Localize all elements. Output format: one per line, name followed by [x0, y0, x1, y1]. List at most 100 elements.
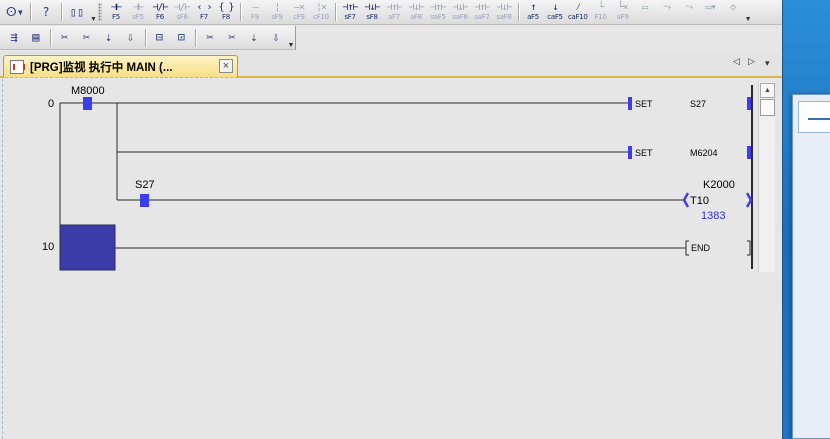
operation-rising-icon: ↑	[530, 2, 536, 13]
toolbar-misc-button-2-icon: ⤳	[663, 2, 671, 13]
scroll-up-button[interactable]: ▲	[760, 83, 775, 98]
find-dropdown-button[interactable]: ⵙ▾	[4, 1, 26, 23]
timer-coil-right-bracket[interactable]	[745, 192, 753, 208]
statement-mode-button[interactable]: ▤	[26, 27, 46, 49]
toolbar-separator	[195, 28, 197, 47]
toolbar-overflow-button[interactable]: ▼	[89, 1, 98, 23]
rising-edge-negated-button[interactable]: ⊣↑⊢ saF5	[428, 1, 448, 23]
shortcut-key-label: caF10	[568, 13, 588, 21]
parallel-rising-edge-icon: ⊣↑⊢	[386, 2, 402, 13]
application-instruction-button[interactable]: { } F8	[216, 1, 236, 23]
tool-i-icon: ⇣	[250, 30, 258, 44]
ladder-document-icon	[10, 60, 25, 74]
timer-device-label: T10	[690, 195, 709, 207]
toolbar-misc-button-3-icon: ⤳	[685, 2, 693, 13]
line-delete-button[interactable]: └× aF9	[613, 1, 633, 23]
toolbar-overflow-button[interactable]: ▼	[287, 27, 295, 49]
toolbar-misc-button-4[interactable]: ▭▾	[701, 1, 721, 23]
set-coil-left-bracket[interactable]	[628, 146, 632, 159]
tab-next-arrow-icon[interactable]: ▷	[748, 56, 755, 67]
tool-f-icon: ⊡	[177, 30, 185, 44]
delete-horizontal-button[interactable]: —× cF9	[289, 1, 309, 23]
toolbar-misc-button-2[interactable]: ⤳	[657, 1, 677, 23]
tool-a-button[interactable]: ✂	[55, 27, 75, 49]
contact-m8000-energized[interactable]	[83, 97, 92, 110]
falling-edge-negated-button[interactable]: ⊣↓⊢ saF6	[450, 1, 470, 23]
shortcut-key-label: cF9	[293, 13, 305, 21]
horizontal-line-button[interactable]: — F9	[245, 1, 265, 23]
binoculars-icon: ▯▯	[69, 4, 85, 19]
background-window[interactable]	[792, 94, 830, 439]
toolbar-separator	[30, 3, 31, 21]
toolbar-separator	[61, 3, 62, 21]
end-left-bracket	[685, 240, 689, 256]
contact-s27-energized[interactable]	[140, 194, 149, 207]
operation-falling-button[interactable]: ↓ caF5	[545, 1, 565, 23]
toolbar-grip[interactable]	[98, 3, 102, 21]
tab-close-button[interactable]: ×	[219, 59, 233, 73]
toolbar-misc-button-1[interactable]: ▭	[635, 1, 655, 23]
operation-falling-icon: ↓	[552, 2, 558, 13]
comment-mode-button[interactable]: ⇶	[4, 27, 24, 49]
ladder-cursor[interactable]	[59, 224, 116, 271]
tool-f-button[interactable]: ⊡	[171, 27, 191, 49]
operation-rising-button[interactable]: ↑ aF5	[523, 1, 543, 23]
line-draw-icon: └	[598, 2, 604, 13]
shortcut-key-label: sF9	[271, 13, 283, 21]
toolbar-misc-button-5[interactable]: ◇	[723, 1, 743, 23]
tool-c-icon: ⇣	[104, 30, 113, 44]
delete-vertical-button[interactable]: ¦× cF10	[311, 1, 331, 23]
contact-device-label: S27	[135, 179, 155, 191]
tool-h-button[interactable]: ✂	[222, 27, 242, 49]
contact-closed-button[interactable]: ⊣/⊢ F6	[150, 1, 170, 23]
parallel-rising-edge-button[interactable]: ⊣↑⊢ aF7	[384, 1, 404, 23]
line-draw-button[interactable]: └ F10	[591, 1, 611, 23]
toolbar-overflow-button[interactable]: ▼	[744, 1, 753, 23]
vertical-line-button[interactable]: ¦ sF9	[267, 1, 287, 23]
binoculars-button[interactable]: ▯▯	[66, 1, 88, 23]
document-tab-bar: [PRG]监视 执行中 MAIN (... ×	[0, 51, 782, 78]
tool-a-icon: ✂	[61, 30, 69, 44]
parallel-falling-negated-button[interactable]: ⊣↓⊢ saF8	[494, 1, 514, 23]
tool-i-button[interactable]: ⇣	[244, 27, 264, 49]
parallel-falling-edge-button[interactable]: ⊣↓⊢ aF8	[406, 1, 426, 23]
tab-main-program[interactable]: [PRG]监视 执行中 MAIN (... ×	[3, 55, 238, 78]
tool-c-button[interactable]: ⇣	[99, 27, 119, 49]
parallel-contact-closed-button[interactable]: ⊣/⊢ sF6	[172, 1, 192, 23]
toolbar-misc-button-3[interactable]: ⤳	[679, 1, 699, 23]
tool-e-button[interactable]: ⊟	[149, 27, 169, 49]
parallel-falling-edge-icon: ⊣↓⊢	[408, 2, 424, 13]
statement-mode-icon: ▤	[32, 30, 40, 44]
parallel-rising-negated-button[interactable]: ⊣↑⊢ saF7	[472, 1, 492, 23]
ladder-diagram[interactable]: 0 10 M8000 SET S27 SET M6204 S27 K2000 T…	[0, 79, 758, 439]
contact-open-button[interactable]: ⊣⊢ F5	[106, 1, 126, 23]
tab-prev-arrow-icon[interactable]: ◁	[733, 56, 740, 67]
tool-j-icon: ⇩	[272, 30, 280, 44]
falling-edge-button[interactable]: ⊣↓⊢ sF8	[362, 1, 382, 23]
toolbar-misc-button-1-icon: ▭	[642, 2, 648, 13]
coil-button[interactable]: ‹ › F7	[194, 1, 214, 23]
shortcut-key-label: cF10	[313, 13, 329, 21]
tool-g-icon: ✂	[206, 30, 214, 44]
operation-invert-button[interactable]: ⁄ caF10	[567, 1, 589, 23]
scroll-thumb[interactable]	[760, 99, 775, 116]
rising-edge-button[interactable]: ⊣↑⊢ sF7	[340, 1, 360, 23]
set-coil-right-bracket[interactable]	[747, 97, 751, 110]
vertical-scrollbar[interactable]: ▲	[758, 82, 775, 272]
parallel-contact-open-button[interactable]: ⊣⊢ sF5	[128, 1, 148, 23]
tool-b-button[interactable]: ✂	[77, 27, 97, 49]
set-coil-right-bracket[interactable]	[747, 146, 751, 159]
rung-step-number: 10	[42, 241, 54, 253]
shortcut-key-label: F10	[594, 13, 607, 21]
tool-j-button[interactable]: ⇩	[266, 27, 286, 49]
tool-d-button[interactable]: ⇩	[121, 27, 141, 49]
parallel-rising-negated-icon: ⊣↑⊢	[474, 2, 490, 13]
shortcut-key-label: F9	[251, 13, 259, 21]
timer-coil-left-bracket[interactable]	[682, 192, 690, 208]
set-coil-left-bracket[interactable]	[628, 97, 632, 110]
vertical-line-icon: ¦	[274, 2, 280, 13]
help-button[interactable]: ?	[35, 1, 57, 23]
tool-g-button[interactable]: ✂	[200, 27, 220, 49]
tab-list-dropdown-icon[interactable]: ▾	[765, 58, 770, 69]
tool-b-icon: ✂	[83, 30, 91, 44]
